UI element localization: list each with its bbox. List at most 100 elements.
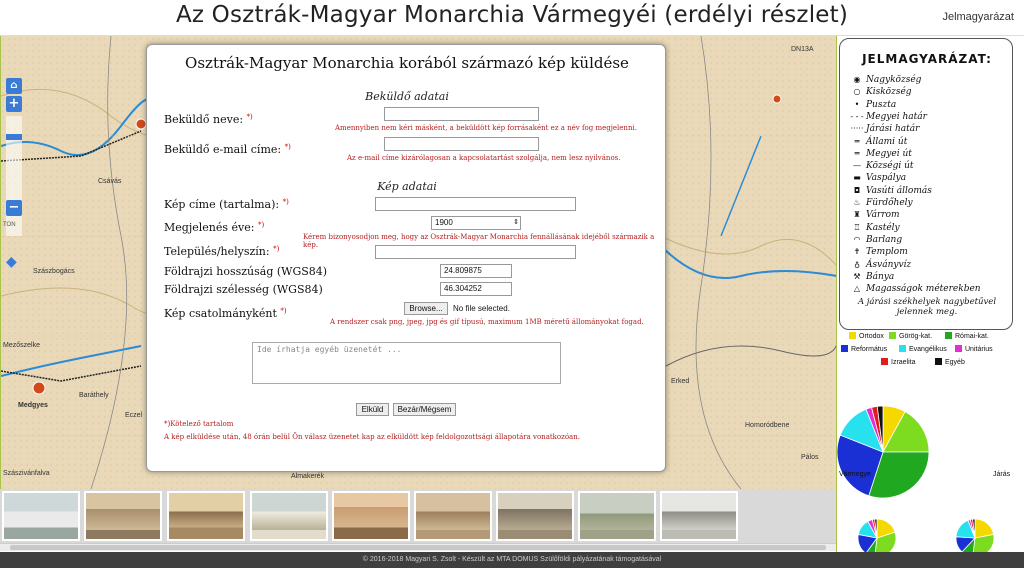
map-label: Eczel <box>125 412 143 419</box>
color-swatch <box>889 332 896 339</box>
thumbnail-image[interactable] <box>660 491 738 541</box>
religion-name: Izraelita <box>891 359 916 366</box>
religion-legend-item: Görög-kat. <box>889 332 932 340</box>
religion-legend-item: Evangélikus <box>899 345 947 353</box>
zoom-slider-handle[interactable] <box>6 134 22 140</box>
legend-item-label: Ásványvíz <box>866 259 912 270</box>
send-button[interactable]: Elküld <box>356 403 389 416</box>
thumbnail-image[interactable] <box>250 491 328 541</box>
legend-item: ◠ Barlang <box>848 234 903 247</box>
map-label: Csávás <box>98 178 122 185</box>
home-icon[interactable]: ⌂ <box>6 78 22 94</box>
thumbnail-image[interactable] <box>332 491 410 541</box>
legend-symbol-icon: — <box>853 161 861 171</box>
legend-note: A járási székhelyek nagybetűvel jelennek… <box>857 297 997 317</box>
thumbnail-image[interactable] <box>84 491 162 541</box>
legend-item-label: Községi út <box>866 161 914 172</box>
page-footer: © 2016-2018 Magyari S. Zsolt - Készült a… <box>0 552 1024 568</box>
legend-item: ◉ Nagyközség <box>848 75 922 87</box>
map-label: Medgyes <box>18 402 48 409</box>
layers-icon[interactable]: ◆ <box>6 254 22 270</box>
legend-symbol-icon: - - - <box>850 111 864 121</box>
longitude-label: Földrajzi hosszúság (WGS84) <box>164 265 328 278</box>
stepper-icon[interactable]: ⇕ <box>513 217 519 229</box>
zoom-out-button[interactable]: − <box>6 200 22 216</box>
legend-item-label: Kisközség <box>866 87 912 98</box>
thumbnail-image[interactable] <box>578 491 656 541</box>
legend-symbol-icon: ◉ <box>853 75 861 84</box>
legend-item: ♖ Kastély <box>848 222 899 235</box>
zoom-in-button[interactable]: + <box>6 96 22 112</box>
legend-item-label: Puszta <box>866 99 897 110</box>
side-panel: JELMAGYARÁZAT: ◉ Nagyközség ○ Kisközség • Pus… <box>836 36 1024 558</box>
religion-legend-item: Ortodox <box>849 332 884 340</box>
legend-symbol-icon: ✝ <box>853 247 861 257</box>
legend-item: ⚒ Bánya <box>848 272 894 284</box>
legend-item: ═ Állami út <box>848 136 908 149</box>
place-label: Település/helyszín: *) <box>164 245 280 258</box>
attach-label: Kép csatolmányként *) <box>164 307 287 320</box>
religion-name: Evangélikus <box>909 346 947 353</box>
color-swatch <box>945 332 952 339</box>
religion-name: Egyéb <box>945 359 965 366</box>
map-label: Szászbogács <box>33 268 75 275</box>
close-button[interactable]: Bezár/Mégsem <box>393 403 456 416</box>
legend-item-label: Állami út <box>866 136 908 147</box>
legend-symbol-icon: ▬ <box>853 173 861 183</box>
thumbnail-scrollbar[interactable] <box>0 543 836 551</box>
color-swatch <box>955 345 962 352</box>
image-title-input[interactable] <box>375 197 576 211</box>
map-label: Szászivánfalva <box>3 470 50 477</box>
legend-item-label: Fürdőhely <box>866 198 913 208</box>
year-input[interactable]: 1900 ⇕ <box>431 216 521 230</box>
legend-symbol-icon: ○ <box>853 87 861 97</box>
place-input[interactable] <box>375 245 576 259</box>
legend-symbol-icon: ♜ <box>853 210 861 220</box>
pie-label-county: Vármegye <box>839 471 871 478</box>
legend-item: ◘ Vasúti állomás <box>848 186 932 198</box>
religion-name: Református <box>851 346 888 353</box>
legend-item-label: Nagyközség <box>866 75 922 85</box>
scrollbar-thumb[interactable] <box>10 545 826 550</box>
submit-image-dialog: Osztrák-Magyar Monarchia korából származ… <box>146 44 666 472</box>
legend-item: ○ Kisközség <box>848 87 912 99</box>
sender-name-input[interactable] <box>384 107 539 121</box>
color-swatch <box>899 345 906 352</box>
zoom-level-label: TON <box>3 222 16 228</box>
sender-name-label: Beküldő neve: *) <box>164 113 253 126</box>
legend-item-label: Járási határ <box>866 124 920 135</box>
legend-item: • Puszta <box>848 99 897 112</box>
latitude-label: Földrajzi szélesség (WGS84) <box>164 283 323 296</box>
thumbnail-image[interactable] <box>414 491 492 541</box>
legend-symbol-icon: ♖ <box>853 222 861 232</box>
map-label: Mezőszelke <box>3 342 40 349</box>
message-textarea[interactable]: Ide írhatja egyéb üzenetét ... <box>252 342 561 384</box>
religion-legend-item: Református <box>841 345 887 353</box>
legend-item-label: Barlang <box>866 234 903 245</box>
legend-symbol-icon: ····· <box>850 124 864 134</box>
religion-legend-item: Római-kat. <box>945 332 989 340</box>
legend-link[interactable]: Jelmagyarázat <box>942 11 1014 23</box>
browse-button[interactable]: Browse... <box>404 302 448 315</box>
religion-name: Ortodox <box>859 333 884 340</box>
legend-item-label: Vasúti állomás <box>866 185 932 196</box>
legend-item-label: Bánya <box>866 271 895 282</box>
legend-item: ♁ Ásványvíz <box>848 260 911 272</box>
legend-item-label: Vaspálya <box>866 173 907 184</box>
map-label: Pálos <box>801 454 819 461</box>
legend-symbol-icon: ♁ <box>854 259 860 269</box>
legend-item: ♜ Várrom <box>848 210 899 222</box>
longitude-input[interactable]: 24.809875 <box>440 264 512 278</box>
color-swatch <box>841 345 848 352</box>
response-note: A kép elküldése után, 48 órán belül Ön v… <box>164 433 580 441</box>
legend-symbol-icon: ═ <box>854 148 860 158</box>
legend-item-label: Megyei határ <box>866 111 927 122</box>
latitude-input[interactable]: 46.304252 <box>440 282 512 296</box>
sender-email-input[interactable] <box>384 137 539 151</box>
legend-item: ═ Megyei út <box>848 149 912 161</box>
thumbnail-image[interactable] <box>167 491 245 541</box>
legend-item: — Községi út <box>848 161 914 173</box>
thumbnail-image[interactable] <box>496 491 574 541</box>
thumbnail-image[interactable] <box>2 491 80 541</box>
page-header: Az Osztrák-Magyar Monarchia Vármegyéi (e… <box>0 0 1024 36</box>
